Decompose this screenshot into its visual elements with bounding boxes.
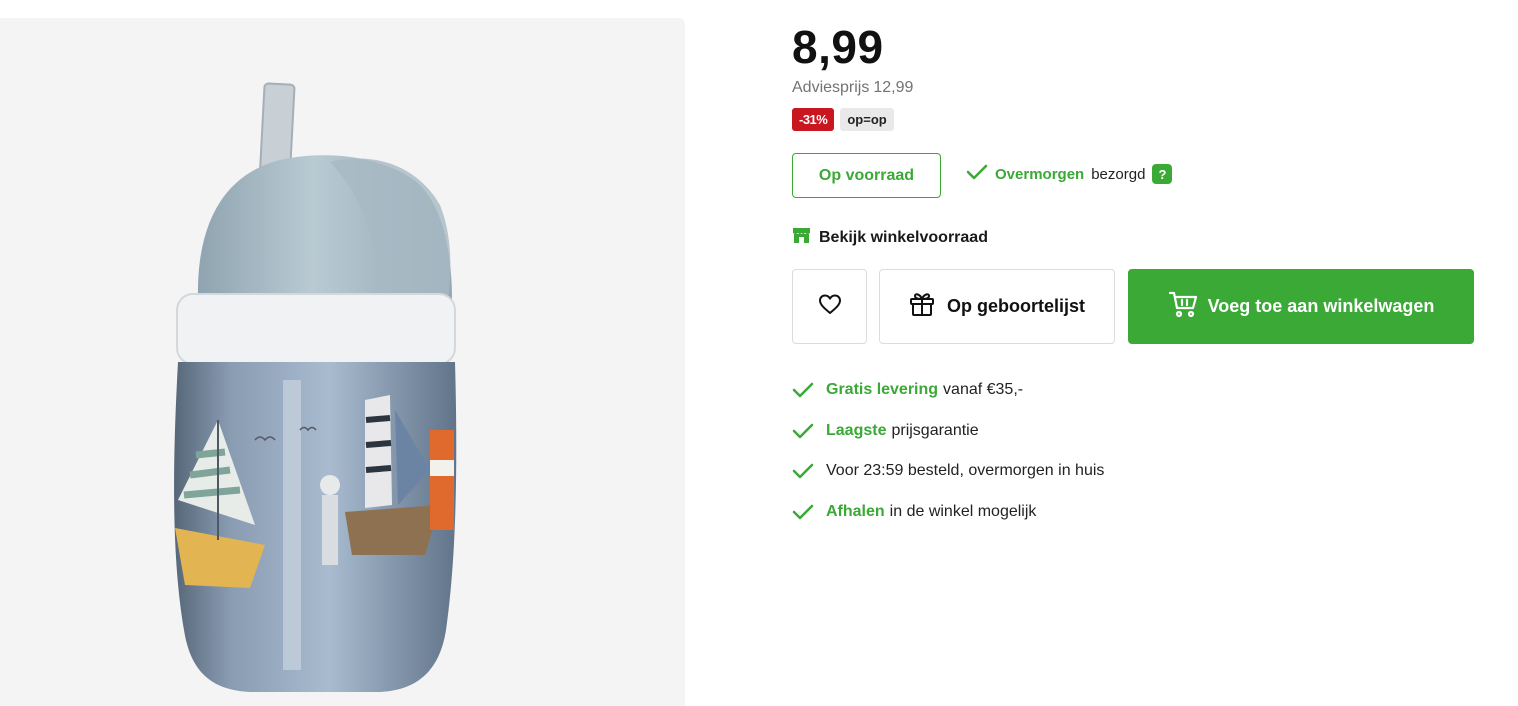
birthlist-button[interactable]: Op geboortelijst xyxy=(879,269,1115,344)
gift-icon xyxy=(909,291,935,322)
favorite-button[interactable] xyxy=(792,269,867,344)
sale-badge: op=op xyxy=(840,108,894,131)
store-icon xyxy=(792,226,811,249)
usp-text: in de winkel mogelijk xyxy=(889,502,1037,520)
usp-highlight: Gratis levering xyxy=(826,381,939,398)
usp-item: Gratis levering vanaf €35,- xyxy=(792,380,1104,400)
stock-status-button[interactable]: Op voorraad xyxy=(792,153,941,198)
product-image xyxy=(174,82,457,692)
product-price: 8,99 xyxy=(792,21,884,73)
usp-item: Voor 23:59 besteld, overmorgen in huis xyxy=(792,461,1104,481)
store-stock-label: Bekijk winkelvoorraad xyxy=(819,228,988,246)
check-icon xyxy=(792,382,814,398)
usp-text: Voor 23:59 besteld, overmorgen in huis xyxy=(826,462,1105,479)
check-icon xyxy=(792,463,814,479)
heart-icon xyxy=(818,293,842,320)
product-image-gallery[interactable] xyxy=(0,18,685,706)
birthlist-label: Op geboortelijst xyxy=(946,296,1085,316)
usp-item: Afhalen in de winkel mogelijk xyxy=(792,502,1104,522)
cart-icon xyxy=(1168,290,1198,323)
add-to-cart-label: Voeg toe aan winkelwagen xyxy=(1207,296,1435,316)
usp-item: Laagste prijsgarantie xyxy=(792,421,1104,441)
delivery-day: Overmorgen xyxy=(995,165,1085,183)
advice-price-label: Adviesprijs xyxy=(792,79,870,96)
check-icon xyxy=(966,164,988,184)
usp-highlight: Laagste xyxy=(826,421,887,439)
help-icon[interactable]: ? xyxy=(1152,164,1173,184)
check-icon xyxy=(792,423,814,439)
usp-text: vanaf €35,- xyxy=(943,381,1024,398)
usp-text: prijsgarantie xyxy=(891,421,979,439)
usp-highlight: Afhalen xyxy=(826,502,885,520)
check-icon xyxy=(792,504,814,520)
add-to-cart-button[interactable]: Voeg toe aan winkelwagen xyxy=(1128,269,1474,344)
delivery-info: Overmorgen bezorgd ? xyxy=(966,164,1173,184)
price-badges: -31% op=op xyxy=(792,108,894,131)
advice-price-value: 12,99 xyxy=(873,79,914,96)
delivery-suffix: bezorgd xyxy=(1091,165,1146,183)
advice-price: Adviesprijs 12,99 xyxy=(792,79,913,97)
usp-list: Gratis levering vanaf €35,- Laagste prij… xyxy=(792,380,1104,542)
store-stock-link[interactable]: Bekijk winkelvoorraad xyxy=(792,226,988,249)
discount-badge: -31% xyxy=(792,108,835,131)
